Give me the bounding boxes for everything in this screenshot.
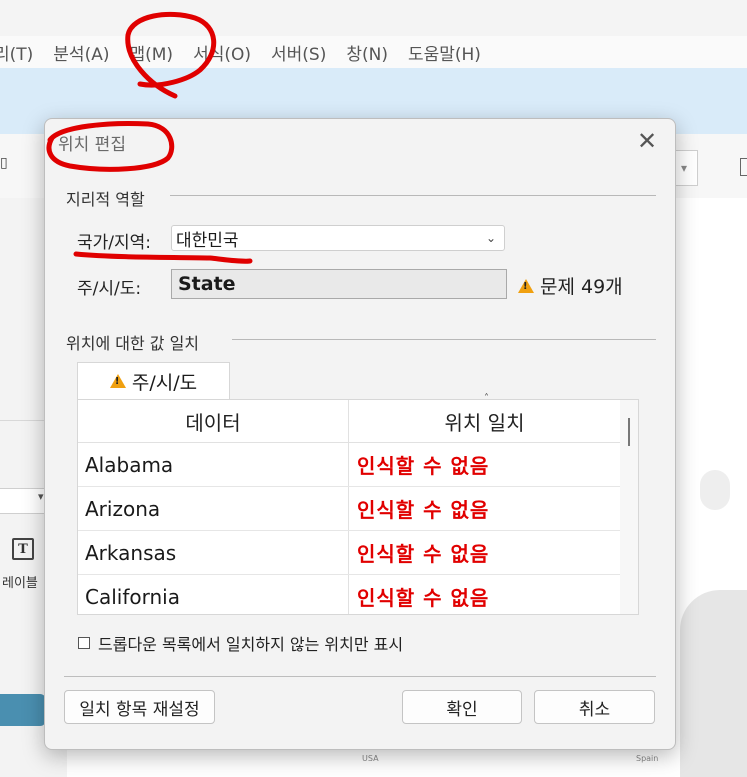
chevron-down-icon[interactable]: ▾: [38, 490, 44, 503]
scrollbar-thumb[interactable]: [628, 418, 630, 446]
country-select[interactable]: 대한민국 ⌄: [171, 225, 505, 251]
warning-icon: [518, 278, 534, 293]
menu-item-analysis[interactable]: 분석(A): [53, 40, 109, 65]
menu-item-window[interactable]: 창(N): [346, 40, 388, 65]
reset-matches-button[interactable]: 일치 항목 재설정: [64, 690, 215, 724]
map-label-usa: USA: [362, 754, 379, 763]
cell-data: Alabama: [78, 443, 349, 486]
section-divider: [170, 195, 656, 196]
cell-match[interactable]: 인식할 수 없음: [349, 531, 620, 574]
geo-role-section-title: 지리적 역할: [66, 190, 145, 209]
title-bar-area: [0, 0, 747, 36]
menu-item-map[interactable]: 맵(M): [129, 40, 173, 65]
table-row: Arizona 인식할 수 없음: [78, 487, 638, 531]
menu-bar: 리(T) 분석(A) 맵(M) 서식(O) 서버(S) 창(N) 도움말(H): [0, 36, 747, 68]
sort-caret-icon: ˄: [484, 393, 489, 404]
tab-state[interactable]: 주/시/도: [77, 362, 230, 399]
cell-match[interactable]: 인식할 수 없음: [349, 487, 620, 530]
label-mark-caption: 레이블: [2, 576, 38, 591]
column-header-data[interactable]: 데이터: [78, 400, 349, 442]
state-field: State: [171, 269, 507, 299]
unmatched-only-label: 드롭다운 목록에서 일치하지 않는 위치만 표시: [98, 635, 404, 654]
footer-divider: [64, 676, 656, 677]
chevron-down-icon: ⌄: [485, 231, 496, 245]
table-row: Alabama 인식할 수 없음: [78, 443, 638, 487]
country-label: 국가/지역:: [77, 233, 152, 253]
map-landmass-europe: [680, 590, 747, 777]
state-label: 주/시/도:: [77, 279, 142, 299]
menu-item-server[interactable]: 서버(S): [271, 40, 326, 65]
cell-match[interactable]: 인식할 수 없음: [349, 443, 620, 486]
menu-item-help[interactable]: 도움말(H): [408, 40, 481, 65]
menu-item-format[interactable]: 서식(O): [193, 40, 251, 65]
column-header-location-match[interactable]: 위치 일치: [349, 400, 620, 442]
country-select-value: 대한민국: [176, 230, 239, 251]
unmatched-only-option[interactable]: 드롭다운 목록에서 일치하지 않는 위치만 표시: [78, 631, 403, 655]
table-row: Arkansas 인식할 수 없음: [78, 531, 638, 575]
toolbar-panel-icon[interactable]: [740, 158, 747, 176]
cell-data: Arkansas: [78, 531, 349, 574]
tab-state-label: 주/시/도: [131, 371, 198, 394]
match-section-title: 위치에 대한 값 일치: [66, 334, 200, 353]
map-landmass: [700, 470, 730, 510]
left-pane-blue-button[interactable]: [0, 694, 46, 726]
close-icon[interactable]: ✕: [630, 126, 664, 156]
warning-icon: [109, 374, 126, 388]
text-label-icon[interactable]: T: [12, 538, 34, 560]
dialog-title: 위치 편집: [58, 135, 126, 155]
table-header: 데이터 위치 일치: [78, 400, 638, 443]
issues-count: 문제 49개: [540, 276, 623, 298]
match-table: 데이터 위치 일치 Alabama 인식할 수 없음 Arizona 인식할 수…: [77, 399, 639, 615]
cell-data: Arizona: [78, 487, 349, 530]
menu-item-query[interactable]: 리(T): [0, 40, 33, 65]
cell-data: California: [78, 575, 349, 614]
cancel-button[interactable]: 취소: [534, 690, 655, 724]
toolbar-chart-icon[interactable]: ▯: [0, 155, 8, 171]
unmatched-only-checkbox[interactable]: [78, 637, 90, 649]
ok-button[interactable]: 확인: [402, 690, 522, 724]
map-label-spain: Spain: [636, 754, 659, 763]
table-row: California 인식할 수 없음: [78, 575, 638, 614]
section-divider: [232, 339, 656, 340]
cell-match[interactable]: 인식할 수 없음: [349, 575, 620, 614]
issues-indicator[interactable]: 문제 49개: [518, 272, 623, 299]
